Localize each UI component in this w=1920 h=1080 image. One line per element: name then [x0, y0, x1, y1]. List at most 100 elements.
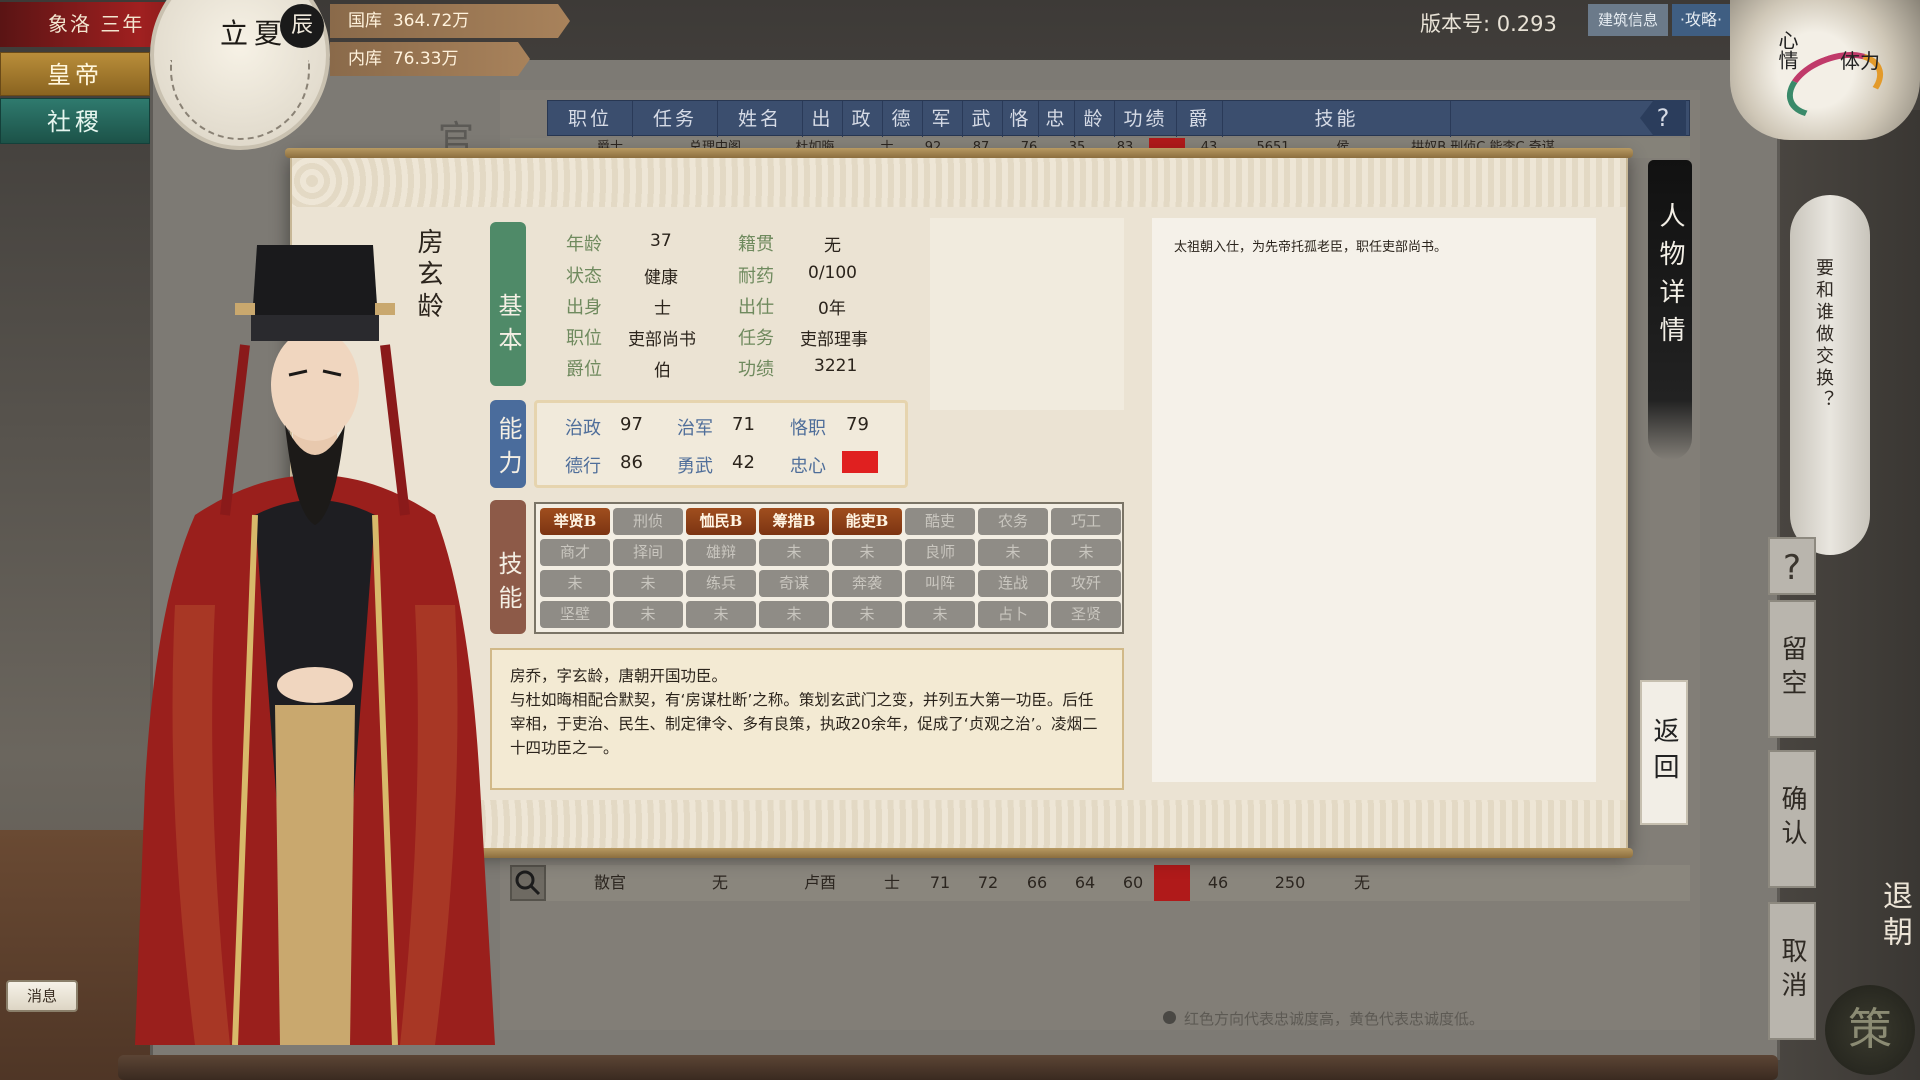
kezhi-key: 恪职	[790, 418, 826, 439]
retire-button[interactable]: 退朝	[1872, 880, 1916, 952]
row-zheng: 71	[929, 873, 951, 892]
tolerance-value: 0/100	[808, 263, 857, 283]
skill-chip[interactable]: 农务	[978, 508, 1048, 535]
reserve-button[interactable]: 留空	[1768, 600, 1816, 738]
skill-chip[interactable]: 坚壁	[540, 601, 610, 628]
age-value: 37	[650, 231, 672, 251]
sheji-button[interactable]: 社稷	[0, 98, 150, 144]
skill-chip[interactable]: 恤民B	[686, 508, 756, 535]
emperor-button[interactable]: 皇帝	[0, 52, 150, 96]
loyalty-note: 红色方向代表忠诚度高，黄色代表忠诚度低。	[1184, 1010, 1485, 1028]
strategy-badge[interactable]: 策	[1825, 985, 1915, 1075]
column-header[interactable]: 政	[843, 101, 883, 137]
service-key: 出仕	[738, 297, 774, 318]
return-button[interactable]: 返回	[1640, 680, 1688, 825]
skill-chip[interactable]: 商才	[540, 539, 610, 566]
cancel-button[interactable]: 取消	[1768, 902, 1816, 1040]
basic-blank-panel	[930, 218, 1124, 410]
office-value: 吏部尚书	[628, 330, 696, 350]
kezhi-value: 79	[846, 414, 869, 435]
skill-grid: 举贤B 刑侦 恤民B 筹措B 能吏B 酷吏 农务 巧工 商才 择间 雄辩未未良师未未未未练兵 奇谋 奔袭…	[534, 502, 1124, 634]
skill-chip[interactable]: 雄辩	[686, 539, 756, 566]
mood-label: 心情	[1775, 30, 1799, 70]
skill-chip[interactable]: 未	[540, 570, 610, 597]
column-header[interactable]: 武	[963, 101, 1003, 137]
bio-panel: 房乔，字玄龄，唐朝开国功臣。 与杜如晦相配合默契，有‘房谋杜断’之称。策划玄武门…	[490, 648, 1124, 790]
column-header[interactable]: 技能	[1223, 101, 1451, 137]
search-icon[interactable]	[510, 865, 546, 901]
inner-label: 内库	[348, 49, 382, 69]
row-de: 72	[977, 873, 999, 892]
merit-value: 3221	[814, 356, 858, 376]
column-header[interactable]: 职位	[548, 101, 633, 137]
skill-chip[interactable]: 奔袭	[832, 570, 902, 597]
row-ke: 60	[1122, 873, 1144, 892]
skill-chip[interactable]: 未	[905, 601, 975, 628]
skill-chip[interactable]: 未	[832, 539, 902, 566]
zhijun-value: 71	[732, 414, 755, 435]
skill-chip[interactable]: 占卜	[978, 601, 1048, 628]
column-header[interactable]: 姓名	[718, 101, 803, 137]
column-header[interactable]: 德	[883, 101, 923, 137]
building-info-button[interactable]: 建筑信息	[1588, 4, 1668, 36]
skill-chip[interactable]: 良师	[905, 539, 975, 566]
message-button[interactable]: 消息	[6, 980, 78, 1012]
dexing-value: 86	[620, 452, 643, 473]
skill-chip[interactable]: 奇谋	[759, 570, 829, 597]
row-loyalty-swatch	[1154, 865, 1190, 901]
skill-chip[interactable]: 未	[686, 601, 756, 628]
row-name: 卢酉	[803, 873, 836, 892]
skill-chip[interactable]: 巧工	[1051, 508, 1121, 535]
skill-chip[interactable]: 举贤B	[540, 508, 610, 535]
native-value: 无	[824, 236, 841, 256]
note-text: 太祖朝入仕，为先帝托孤老臣，职任吏部尚书。	[1174, 240, 1448, 255]
skill-chip[interactable]: 叫阵	[905, 570, 975, 597]
skill-chip[interactable]: 攻歼	[1051, 570, 1121, 597]
row-office: 散官	[593, 873, 626, 892]
row-jun: 66	[1026, 873, 1048, 892]
skill-chip[interactable]: 能吏B	[832, 508, 902, 535]
skill-chip[interactable]: 未	[613, 601, 683, 628]
guide-button[interactable]: ·攻略·	[1672, 4, 1730, 36]
scroll-roller	[118, 1055, 1778, 1080]
zhengzhi-key: 治政	[565, 418, 601, 439]
skill-chip[interactable]: 筹措B	[759, 508, 829, 535]
skill-chip[interactable]: 未	[759, 601, 829, 628]
column-header[interactable]: 龄	[1075, 101, 1115, 137]
loyalty-key: 忠心	[790, 456, 826, 477]
row-title: 无	[1353, 873, 1370, 892]
skill-chip[interactable]: 刑侦	[613, 508, 683, 535]
skill-chip[interactable]: 择间	[613, 539, 683, 566]
zhijun-key: 治军	[677, 418, 713, 439]
column-header[interactable]: 爵	[1177, 101, 1223, 137]
skill-chip[interactable]: 连战	[978, 570, 1048, 597]
skill-chip[interactable]: 酷吏	[905, 508, 975, 535]
skill-chip[interactable]: 未	[1051, 539, 1121, 566]
skill-chip[interactable]: 未	[759, 539, 829, 566]
row-merit: 250	[1274, 873, 1306, 892]
column-header[interactable]: 军	[923, 101, 963, 137]
version-label: 版本号: 0.293	[1420, 12, 1557, 36]
column-header[interactable]: 功绩	[1115, 101, 1177, 137]
skill-chip[interactable]: 未	[832, 601, 902, 628]
treasury-label: 国库	[348, 11, 382, 31]
office-key: 职位	[566, 328, 602, 349]
help-button[interactable]: ?	[1768, 537, 1816, 595]
column-header[interactable]: 出	[803, 101, 843, 137]
task-key: 任务	[738, 328, 774, 349]
table-row[interactable]: 散官 无 卢酉 士 71 72 66 64 60 46 250 无	[510, 865, 1690, 901]
status-key: 状态	[566, 266, 602, 287]
dexing-key: 德行	[565, 456, 601, 477]
origin-key: 出身	[566, 297, 602, 318]
column-header[interactable]: 恪	[1003, 101, 1039, 137]
stamina-label: 体力	[1840, 49, 1880, 73]
column-header[interactable]: 忠	[1039, 101, 1075, 137]
column-header[interactable]: 任务	[633, 101, 718, 137]
bio-line: 与杜如晦相配合默契，有‘房谋杜断’之称。策划玄武门之变，并列五大第一功臣。后任宰…	[510, 691, 1098, 757]
skill-chip[interactable]: 未	[613, 570, 683, 597]
confirm-button[interactable]: 确认	[1768, 750, 1816, 888]
inner-value: 76.33万	[392, 49, 459, 69]
skill-chip[interactable]: 练兵	[686, 570, 756, 597]
skill-chip[interactable]: 圣贤	[1051, 601, 1121, 628]
skill-chip[interactable]: 未	[978, 539, 1048, 566]
